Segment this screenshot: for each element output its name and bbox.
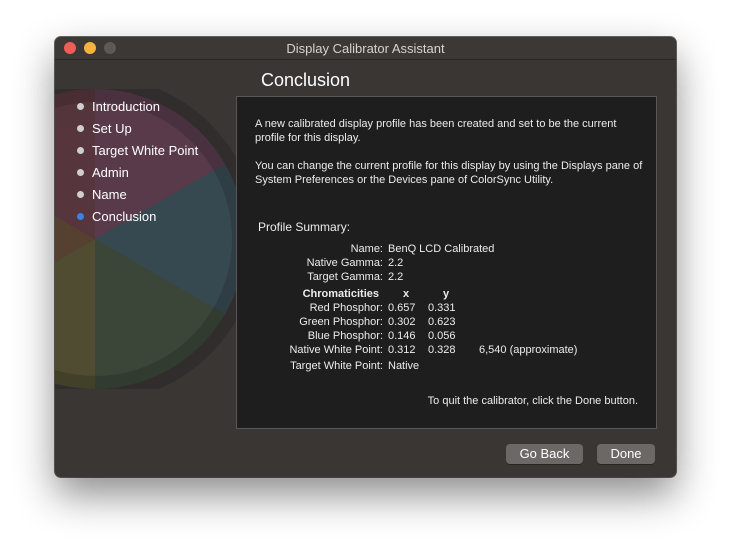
row-label: Native Gamma:: [306, 257, 383, 269]
summary-row-native-white-point: Native White Point: 0.312 0.328 6,540 (a…: [237, 344, 656, 358]
chromaticities-label: Chromaticities: [302, 288, 379, 300]
summary-row-target-white-point: Target White Point: Native: [237, 360, 656, 374]
quit-instructions: To quit the calibrator, click the Done b…: [427, 395, 638, 407]
step-conclusion: Conclusion: [75, 208, 198, 230]
active-step-bullet-icon: [77, 213, 84, 220]
step-name: Name: [75, 186, 198, 208]
step-label: Set Up: [92, 121, 132, 136]
step-introduction: Introduction: [75, 98, 198, 120]
step-label: Admin: [92, 165, 129, 180]
step-target-white-point: Target White Point: [75, 142, 198, 164]
row-value: 2.2: [388, 271, 404, 283]
row-label: Native White Point:: [289, 344, 383, 356]
summary-row-target-gamma: Target Gamma: 2.2: [237, 271, 656, 285]
summary-row-name: Name: BenQ LCD Calibrated: [237, 243, 656, 257]
row-y-value: 0.056: [428, 330, 456, 342]
row-value: 2.2: [388, 257, 404, 269]
summary-row-blue-phosphor: Blue Phosphor: 0.146 0.056: [237, 330, 656, 344]
summary-row-green-phosphor: Green Phosphor: 0.302 0.623: [237, 316, 656, 330]
change-profile-message: You can change the current profile for t…: [255, 160, 643, 186]
row-x-value: 0.146: [388, 330, 416, 342]
step-bullet-icon: [77, 103, 84, 110]
window-title: Display Calibrator Assistant: [286, 41, 445, 56]
go-back-button[interactable]: Go Back: [506, 444, 583, 464]
row-label: Blue Phosphor:: [307, 330, 383, 342]
row-x-value: 0.312: [388, 344, 416, 356]
row-label: Name:: [350, 243, 383, 255]
step-bullet-icon: [77, 169, 84, 176]
page-heading: Conclusion: [261, 70, 351, 90]
step-list: Introduction Set Up Target White Point A…: [75, 98, 198, 230]
row-label: Green Phosphor:: [299, 316, 383, 328]
conclusion-panel: A new calibrated display profile has bee…: [236, 96, 657, 429]
row-x-value: 0.302: [388, 316, 416, 328]
step-label: Target White Point: [92, 143, 199, 158]
created-message: A new calibrated display profile has bee…: [255, 118, 617, 144]
step-label: Conclusion: [92, 209, 157, 224]
chromaticities-header-row: Chromaticities x y: [237, 288, 656, 302]
step-admin: Admin: [75, 164, 198, 186]
row-label: Red Phosphor:: [309, 302, 383, 314]
step-label: Name: [92, 187, 127, 202]
row-y-value: 0.331: [428, 302, 456, 314]
step-bullet-icon: [77, 191, 84, 198]
x-column-header: x: [403, 288, 410, 300]
profile-summary-title: Profile Summary:: [258, 220, 351, 234]
summary-row-native-gamma: Native Gamma: 2.2: [237, 257, 656, 271]
summary-row-red-phosphor: Red Phosphor: 0.657 0.331: [237, 302, 656, 316]
title-bar[interactable]: Display Calibrator Assistant: [55, 37, 676, 60]
row-x-value: 0.657: [388, 302, 416, 314]
row-value: Native: [388, 360, 420, 372]
row-y-value: 0.623: [428, 316, 456, 328]
step-label: Introduction: [92, 99, 160, 114]
row-value: BenQ LCD Calibrated: [388, 243, 495, 255]
step-set-up: Set Up: [75, 120, 198, 142]
y-column-header: y: [443, 288, 450, 300]
calibrator-window: Display Calibrator Assistant Conclusion …: [55, 37, 676, 477]
step-bullet-icon: [77, 125, 84, 132]
step-bullet-icon: [77, 147, 84, 154]
row-y-value: 0.328: [428, 344, 456, 356]
row-label: Target White Point:: [290, 360, 383, 372]
done-button[interactable]: Done: [597, 444, 655, 464]
row-temperature-value: 6,540 (approximate): [479, 344, 578, 356]
row-label: Target Gamma:: [307, 271, 383, 283]
